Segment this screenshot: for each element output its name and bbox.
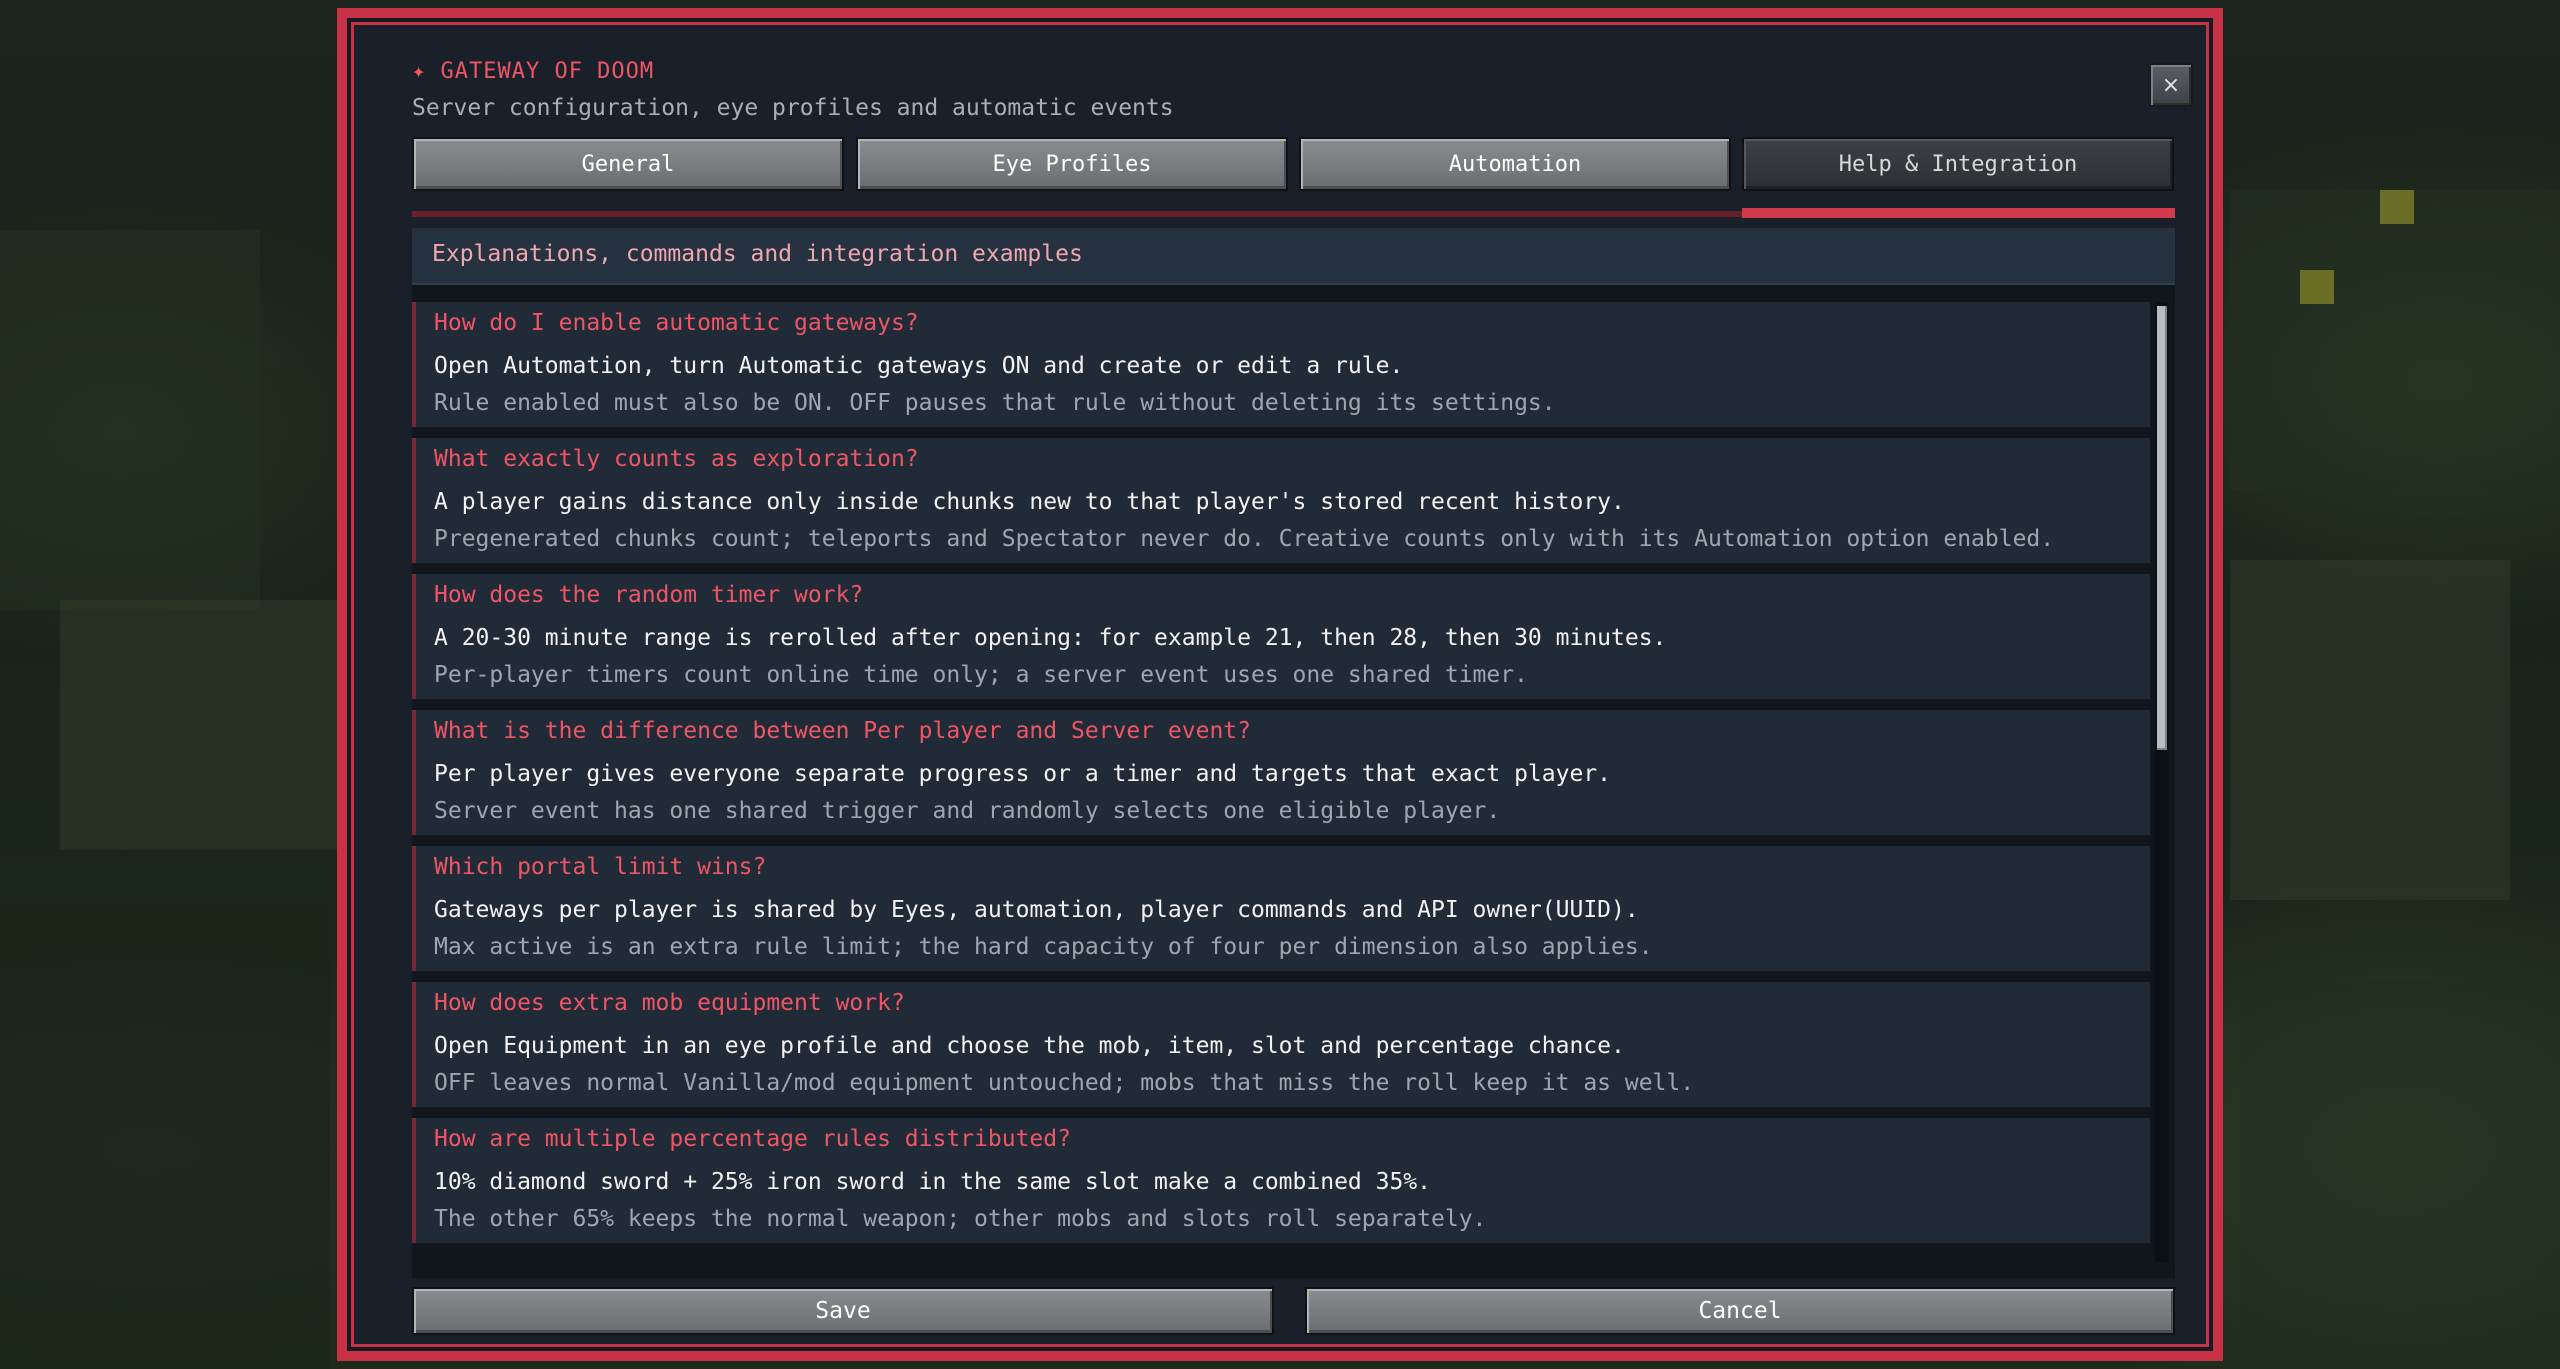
help-question: How are multiple percentage rules distri…: [434, 1126, 1071, 1152]
help-question: How does the random timer work?: [434, 582, 864, 608]
help-note: Max active is an extra rule limit; the h…: [434, 934, 1653, 960]
tab-automation[interactable]: Automation: [1299, 137, 1731, 191]
help-item: How does extra mob equipment work? Open …: [412, 982, 2150, 1107]
help-answer: A 20-30 minute range is rerolled after o…: [434, 625, 1667, 651]
close-button[interactable]: ×: [2149, 63, 2193, 107]
save-button[interactable]: Save: [412, 1287, 1274, 1335]
help-note: OFF leaves normal Vanilla/mod equipment …: [434, 1070, 1695, 1096]
terrain-block: [0, 900, 330, 1369]
terrain-block: [0, 230, 260, 610]
tab-eye-profiles[interactable]: Eye Profiles: [856, 137, 1288, 191]
cancel-button[interactable]: Cancel: [1305, 1287, 2175, 1335]
help-answer: Open Automation, turn Automatic gateways…: [434, 353, 1404, 379]
active-tab-indicator: [1742, 208, 2175, 218]
scrollbar-thumb[interactable]: [2157, 306, 2167, 750]
help-item: How does the random timer work? A 20-30 …: [412, 574, 2150, 699]
dialog-subtitle: Server configuration, eye profiles and a…: [412, 95, 1174, 121]
help-item: What exactly counts as exploration? A pl…: [412, 438, 2150, 563]
help-note: Server event has one shared trigger and …: [434, 798, 1501, 824]
help-item: Which portal limit wins? Gateways per pl…: [412, 846, 2150, 971]
help-answer: Per player gives everyone separate progr…: [434, 761, 1612, 787]
help-answer: Gateways per player is shared by Eyes, a…: [434, 897, 1639, 923]
dialog-title: ✦ GATEWAY OF DOOM: [412, 59, 655, 84]
help-answer: 10% diamond sword + 25% iron sword in th…: [434, 1169, 1431, 1195]
help-note: The other 65% keeps the normal weapon; o…: [434, 1206, 1487, 1232]
terrain-block: [2230, 560, 2510, 900]
help-item: What is the difference between Per playe…: [412, 710, 2150, 835]
help-item: How are multiple percentage rules distri…: [412, 1118, 2150, 1243]
tab-help-integration[interactable]: Help & Integration: [1742, 137, 2174, 191]
terrain-block: [2240, 980, 2560, 1369]
tab-bar: General Eye Profiles Automation Help & I…: [412, 137, 2175, 197]
flower-icon: [2380, 190, 2414, 224]
help-answer: Open Equipment in an eye profile and cho…: [434, 1033, 1625, 1059]
content-header: Explanations, commands and integration e…: [412, 228, 2175, 285]
help-item: How do I enable automatic gateways? Open…: [412, 302, 2150, 427]
help-question: What is the difference between Per playe…: [434, 718, 1251, 744]
help-question: How does extra mob equipment work?: [434, 990, 905, 1016]
help-answer: A player gains distance only inside chun…: [434, 489, 1625, 515]
help-note: Per-player timers count online time only…: [434, 662, 1528, 688]
dialog-body: ✦ GATEWAY OF DOOM Server configuration, …: [351, 22, 2209, 1347]
help-note: Pregenerated chunks count; teleports and…: [434, 526, 2055, 552]
help-question: Which portal limit wins?: [434, 854, 767, 880]
config-dialog: ✦ GATEWAY OF DOOM Server configuration, …: [337, 8, 2223, 1361]
help-content-panel: Explanations, commands and integration e…: [412, 228, 2175, 1278]
terrain-block: [2230, 190, 2560, 490]
help-question: How do I enable automatic gateways?: [434, 310, 919, 336]
close-icon: ×: [2161, 72, 2181, 98]
tab-general[interactable]: General: [412, 137, 844, 191]
flower-icon: [2300, 270, 2334, 304]
help-list[interactable]: How do I enable automatic gateways? Open…: [412, 302, 2150, 1254]
help-note: Rule enabled must also be ON. OFF pauses…: [434, 390, 1556, 416]
help-question: What exactly counts as exploration?: [434, 446, 919, 472]
content-header-text: Explanations, commands and integration e…: [432, 241, 1083, 267]
terrain-block: [60, 600, 340, 850]
